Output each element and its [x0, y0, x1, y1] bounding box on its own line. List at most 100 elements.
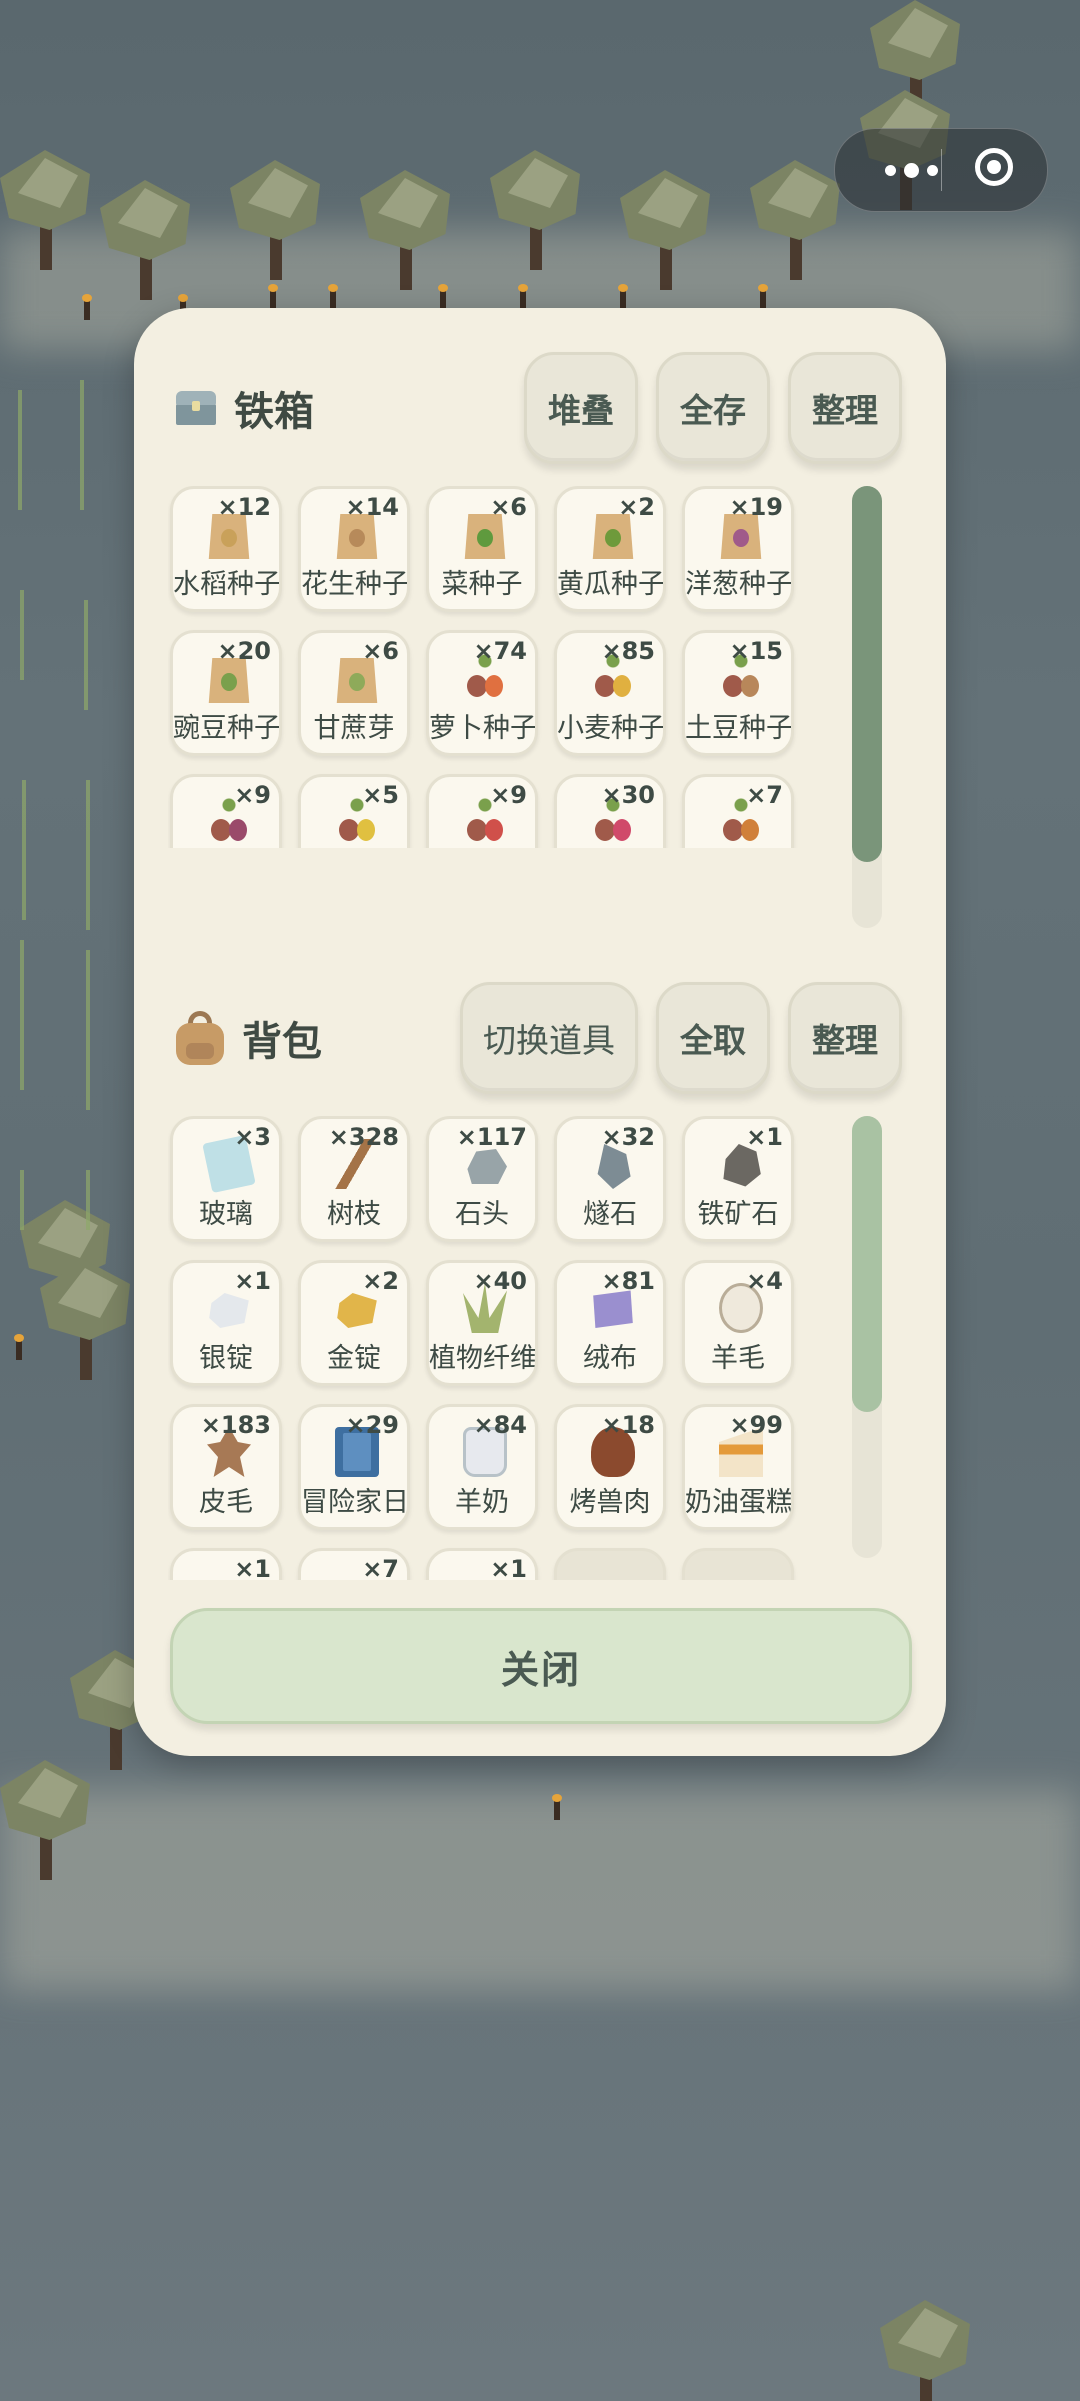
inventory-slot[interactable]: ×18 烤兽肉 [554, 1404, 666, 1530]
reed-sprite [18, 390, 22, 510]
item-count: ×1 [490, 1555, 527, 1580]
store-all-button[interactable]: 全存 [656, 352, 770, 464]
item-name: 奶油蛋糕 [685, 1487, 791, 1518]
torch-sprite [618, 284, 628, 310]
inventory-slot[interactable]: ×2 黄瓜种子 [554, 486, 666, 612]
item-count: ×32 [601, 1123, 655, 1151]
reed-sprite [86, 1170, 90, 1230]
backpack-icon [176, 1011, 224, 1065]
inventory-slot[interactable]: ×183 皮毛 [170, 1404, 282, 1530]
inventory-slot[interactable]: ×9红薯种子 [170, 774, 282, 848]
item-count: ×99 [729, 1411, 783, 1439]
inventory-slot[interactable]: ×40 植物纤维 [426, 1260, 538, 1386]
inventory-slot[interactable]: ×74 萝卜种子 [426, 630, 538, 756]
item-count: ×3 [234, 1123, 271, 1151]
tree-sprite [750, 160, 840, 280]
inventory-slot[interactable]: ×117 石头 [426, 1116, 538, 1242]
chest-scroll-thumb[interactable] [852, 486, 882, 862]
inventory-slot[interactable]: ×30草莓种子 [554, 774, 666, 848]
item-count: ×1 [234, 1555, 271, 1580]
tree-sprite [230, 160, 320, 280]
reed-sprite [20, 940, 24, 1090]
item-name: 豌豆种子 [173, 713, 279, 744]
inventory-slot[interactable]: ×14 花生种子 [298, 486, 410, 612]
backpack-sort-button[interactable]: 整理 [788, 982, 902, 1094]
stack-button[interactable]: 堆叠 [524, 352, 638, 464]
item-name: 石头 [455, 1199, 509, 1230]
item-name: 羊毛 [711, 1343, 765, 1374]
torch-sprite [328, 284, 338, 310]
item-name: 水稻种子 [173, 569, 279, 600]
item-count: ×12 [217, 493, 271, 521]
chest-sort-button[interactable]: 整理 [788, 352, 902, 464]
torch-sprite [552, 1794, 562, 1820]
item-count: ×40 [473, 1267, 527, 1295]
item-count: ×2 [618, 493, 655, 521]
item-name: 燧石 [583, 1199, 637, 1230]
item-count: ×2 [362, 1267, 399, 1295]
inventory-slot-empty[interactable] [682, 1548, 794, 1580]
item-count: ×6 [490, 493, 527, 521]
backpack-title: 背包 [242, 1019, 322, 1065]
torch-sprite [438, 284, 448, 310]
item-name: 黄瓜种子 [557, 569, 663, 600]
item-name: 菜种子 [441, 569, 523, 600]
backpack-scroll-thumb[interactable] [852, 1116, 882, 1412]
more-menu-icon[interactable] [863, 129, 959, 211]
item-name: 羊奶 [455, 1487, 509, 1518]
inventory-slot[interactable]: ×29 冒险家日志 [298, 1404, 410, 1530]
switch-tool-button[interactable]: 切换道具 [460, 982, 638, 1094]
item-count: ×81 [601, 1267, 655, 1295]
tree-sprite [0, 150, 90, 270]
item-name: 铁矿石 [697, 1199, 779, 1230]
item-name: 土豆种子 [685, 713, 791, 744]
inventory-slot[interactable]: ×81 绒布 [554, 1260, 666, 1386]
inventory-slot[interactable]: ×12 水稻种子 [170, 486, 282, 612]
inventory-slot[interactable]: ×328 树枝 [298, 1116, 410, 1242]
inventory-slot[interactable]: ×3 玻璃 [170, 1116, 282, 1242]
item-count: ×9 [490, 781, 527, 809]
item-count: ×15 [729, 637, 783, 665]
backpack-title-group: 背包 [176, 978, 322, 1098]
item-name: 玻璃 [199, 1199, 253, 1230]
exit-target-icon[interactable] [975, 148, 1013, 186]
inventory-slot[interactable]: ×7南瓜种子 [682, 774, 794, 848]
inventory-slot[interactable]: ×6 甘蔗芽 [298, 630, 410, 756]
inventory-slot[interactable]: ×19 洋葱种子 [682, 486, 794, 612]
inventory-slot[interactable]: ×20 豌豆种子 [170, 630, 282, 756]
reed-sprite [20, 590, 24, 680]
inventory-slot[interactable]: ×99 奶油蛋糕 [682, 1404, 794, 1530]
inventory-slot[interactable]: ×4 羊毛 [682, 1260, 794, 1386]
inventory-slot[interactable]: ×1 铁矿石 [682, 1116, 794, 1242]
item-name: 小麦种子 [557, 713, 663, 744]
torch-sprite [758, 284, 768, 310]
inventory-slot[interactable]: ×15 土豆种子 [682, 630, 794, 756]
inventory-slot[interactable]: ×7 [298, 1548, 410, 1580]
inventory-slot[interactable]: ×6 菜种子 [426, 486, 538, 612]
snow-field [0, 1790, 1080, 1990]
close-button[interactable]: 关闭 [170, 1608, 912, 1724]
chest-icon [176, 391, 216, 425]
item-count: ×328 [328, 1123, 399, 1151]
item-name: 冒险家日志 [301, 1487, 407, 1518]
inventory-slot[interactable]: ×84 羊奶 [426, 1404, 538, 1530]
inventory-slot[interactable]: ×9番茄种子 [426, 774, 538, 848]
take-all-button[interactable]: 全取 [656, 982, 770, 1094]
item-count: ×30 [601, 781, 655, 809]
inventory-slot[interactable]: ×85 小麦种子 [554, 630, 666, 756]
reed-sprite [86, 780, 90, 930]
inventory-slot[interactable]: ×1 [170, 1548, 282, 1580]
backpack-scrollbar[interactable] [852, 1116, 882, 1558]
inventory-slot-empty[interactable] [554, 1548, 666, 1580]
tree-sprite [880, 2300, 970, 2401]
item-count: ×1 [746, 1123, 783, 1151]
inventory-slot[interactable]: ×5玉米种子 [298, 774, 410, 848]
inventory-slot[interactable]: ×32 燧石 [554, 1116, 666, 1242]
inventory-slot[interactable]: ×1 银锭 [170, 1260, 282, 1386]
inventory-slot[interactable]: ×1 [426, 1548, 538, 1580]
item-name: 洋葱种子 [685, 569, 791, 600]
tree-sprite [620, 170, 710, 290]
chest-scrollbar[interactable] [852, 486, 882, 928]
inventory-slot[interactable]: ×2 金锭 [298, 1260, 410, 1386]
item-count: ×14 [345, 493, 399, 521]
